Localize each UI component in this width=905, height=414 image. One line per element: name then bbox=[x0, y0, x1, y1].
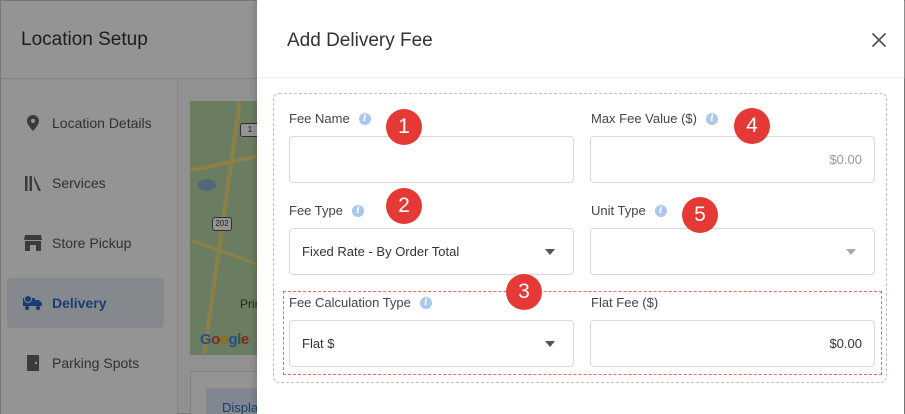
unit-type-select[interactable] bbox=[590, 228, 875, 275]
drawer-title: Add Delivery Fee bbox=[287, 30, 433, 51]
info-icon[interactable]: i bbox=[654, 204, 667, 217]
info-icon[interactable]: i bbox=[351, 204, 364, 217]
info-icon[interactable]: i bbox=[358, 112, 371, 125]
fee-calculation-type-select[interactable]: Flat $ bbox=[289, 320, 574, 367]
annotation-marker-3: 3 bbox=[506, 274, 542, 310]
chevron-down-icon bbox=[545, 340, 555, 347]
divider bbox=[257, 77, 904, 78]
annotation-marker-4: 4 bbox=[734, 108, 770, 144]
chevron-down-icon bbox=[846, 248, 856, 255]
fee-calculation-type-value: Flat $ bbox=[302, 336, 335, 351]
close-icon bbox=[872, 33, 886, 47]
info-icon[interactable]: i bbox=[705, 112, 718, 125]
fee-name-label: Fee Name i bbox=[289, 111, 371, 126]
annotation-marker-2: 2 bbox=[386, 188, 422, 224]
annotation-marker-5: 5 bbox=[682, 197, 718, 233]
max-fee-value-field[interactable] bbox=[590, 136, 875, 183]
chevron-down-icon bbox=[545, 248, 555, 255]
fee-type-label: Fee Type i bbox=[289, 203, 364, 218]
close-button[interactable] bbox=[866, 27, 892, 53]
flat-fee-field[interactable] bbox=[590, 320, 875, 367]
info-icon[interactable]: i bbox=[419, 296, 432, 309]
max-fee-value-input[interactable] bbox=[591, 137, 874, 182]
flat-fee-label: Flat Fee ($) bbox=[591, 295, 659, 310]
fee-type-value: Fixed Rate - By Order Total bbox=[302, 244, 460, 259]
fee-type-select[interactable]: Fixed Rate - By Order Total bbox=[289, 228, 574, 275]
unit-type-label: Unit Type i bbox=[591, 203, 667, 218]
fee-calculation-type-label: Fee Calculation Type i bbox=[289, 295, 432, 310]
max-fee-value-label: Max Fee Value ($) i bbox=[591, 111, 718, 126]
flat-fee-input[interactable] bbox=[591, 321, 874, 366]
fee-name-input[interactable] bbox=[290, 137, 573, 182]
fee-name-field[interactable] bbox=[289, 136, 574, 183]
annotation-marker-1: 1 bbox=[386, 109, 422, 145]
